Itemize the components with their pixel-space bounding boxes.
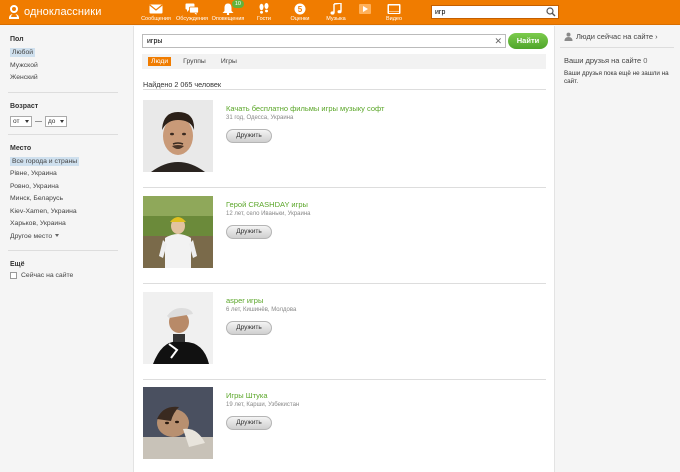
place-option[interactable]: Ровно, Украина	[10, 181, 132, 194]
result-info: 12 лет, село Иваньки, Украина	[226, 211, 311, 217]
gender-option-male[interactable]: Мужской	[10, 60, 132, 73]
avatar[interactable]	[143, 196, 213, 268]
age-from-select[interactable]: от	[10, 115, 32, 127]
list-item: Герой CRASHDAY игры 12 лет, село Иваньки…	[143, 196, 546, 291]
result-info: 6 лет, Кишинёв, Молдова	[226, 307, 297, 313]
age-title: Возраст	[10, 102, 39, 110]
chevron-down-icon	[60, 119, 64, 123]
divider	[560, 47, 674, 48]
place-option[interactable]: Минск, Беларусь	[10, 193, 132, 206]
gender-option-female[interactable]: Женский	[10, 72, 132, 85]
main-search-input[interactable]	[143, 35, 483, 47]
five-coin-icon: 5	[294, 3, 306, 15]
search-results-panel: ✕ Найти Люди Группы Игры Найдено 2 065 ч…	[133, 26, 555, 472]
list-item: asper игры 6 лет, Кишинёв, Молдова Дружи…	[143, 292, 546, 387]
tab-games[interactable]: Игры	[218, 57, 240, 66]
envelope-icon	[149, 4, 163, 14]
ok-logo-icon	[8, 5, 20, 19]
place-more-link[interactable]: Другое место	[10, 231, 132, 244]
main-search-box: ✕	[142, 34, 506, 48]
header-search	[431, 5, 559, 19]
people-online-link[interactable]: Люди сейчас на сайте ›	[564, 32, 680, 41]
chevron-down-icon	[25, 119, 29, 123]
avatar[interactable]	[143, 387, 213, 459]
user-icon	[564, 32, 573, 41]
age-range: от — до	[10, 115, 132, 127]
place-option[interactable]: Рівне, Украина	[10, 168, 132, 181]
online-label: Сейчас на сайте	[21, 272, 74, 279]
age-dash: —	[35, 117, 42, 125]
online-filter[interactable]: Сейчас на сайте	[10, 272, 132, 279]
nav-video[interactable]: Видео	[376, 0, 412, 25]
svg-text:5: 5	[298, 5, 303, 14]
friends-online-count: 0	[643, 56, 648, 65]
friends-online-note: Ваши друзья пока ещё не зашли на сайт.	[564, 70, 669, 85]
divider	[8, 250, 118, 251]
divider	[8, 133, 118, 135]
friends-online-title: Ваши друзья на сайте 0	[564, 56, 648, 65]
add-friend-button[interactable]: Дружить	[226, 225, 272, 239]
extra-title: Ещё	[10, 261, 25, 268]
gender-option-any[interactable]: Любой	[10, 47, 132, 60]
top-bar: одноклассники Сообщения Обсуждения 10 Оп…	[0, 0, 680, 25]
music-note-icon	[330, 3, 342, 15]
result-tabs: Люди Группы Игры	[142, 54, 546, 69]
search-row: ✕ Найти	[142, 33, 548, 49]
place-title: Место	[10, 144, 32, 152]
logo[interactable]: одноклассники	[8, 5, 101, 19]
divider	[143, 283, 546, 284]
find-button[interactable]: Найти	[508, 33, 548, 49]
divider	[143, 89, 546, 90]
header-search-input[interactable]	[432, 6, 540, 18]
main-nav: Сообщения Обсуждения 10 Оповещения Гости…	[138, 0, 412, 25]
divider	[143, 187, 546, 188]
divider	[8, 91, 118, 93]
video-icon	[387, 4, 401, 14]
avatar[interactable]	[143, 100, 213, 172]
add-friend-button[interactable]: Дружить	[226, 321, 272, 335]
logo-text: одноклассники	[24, 6, 102, 18]
filter-sidebar: Пол Любой Мужской Женский Возраст от — д…	[0, 26, 132, 472]
result-name-link[interactable]: Качать бесплатно фильмы игры музыку софт	[226, 104, 384, 113]
gender-title: Пол	[10, 36, 24, 43]
tab-groups[interactable]: Группы	[180, 57, 209, 66]
close-icon[interactable]: ✕	[494, 36, 502, 46]
tab-people[interactable]: Люди	[148, 57, 172, 66]
nav-music[interactable]: Музыка	[318, 0, 354, 25]
online-checkbox[interactable]	[10, 272, 17, 279]
divider	[143, 379, 546, 380]
search-icon[interactable]	[546, 7, 556, 17]
add-friend-button[interactable]: Дружить	[226, 129, 272, 143]
result-name-link[interactable]: Герой CRASHDAY игры	[226, 200, 308, 209]
avatar[interactable]	[143, 292, 213, 364]
footprints-icon	[259, 3, 269, 14]
right-sidebar: Люди сейчас на сайте › Ваши друзья на са…	[556, 26, 680, 472]
result-info: 19 лет, Карши, Узбекистан	[226, 402, 300, 408]
place-option[interactable]: Kiev-Xamen, Украина	[10, 206, 132, 219]
list-item: Игры Штука 19 лет, Карши, Узбекистан Дру…	[143, 387, 546, 472]
age-to-select[interactable]: до	[45, 115, 67, 127]
play-icon	[359, 4, 371, 14]
result-info: 31 год, Одесса, Украина	[226, 115, 294, 121]
result-name-link[interactable]: asper игры	[226, 296, 263, 305]
nav-label: Видео	[385, 16, 403, 22]
result-name-link[interactable]: Игры Штука	[226, 391, 268, 400]
place-option[interactable]: Все города и страны	[10, 156, 132, 169]
found-count: Найдено 2 065 человек	[143, 80, 221, 89]
chevron-down-icon	[55, 234, 60, 238]
add-friend-button[interactable]: Дружить	[226, 416, 272, 430]
nav-label: Музыка	[326, 16, 346, 22]
list-item: Качать бесплатно фильмы игры музыку софт…	[143, 100, 546, 195]
notifications-badge: 10	[231, 0, 244, 8]
chat-bubbles-icon	[185, 3, 199, 15]
place-option[interactable]: Харьков, Украина	[10, 218, 132, 231]
